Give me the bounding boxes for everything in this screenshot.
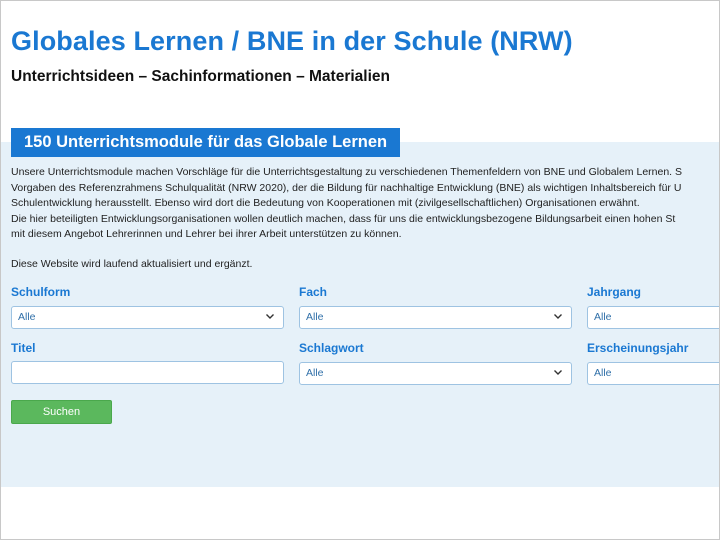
fach-select[interactable]: Alle [299, 306, 572, 329]
schulform-select[interactable]: Alle [11, 306, 284, 329]
intro-line: mit diesem Angebot Lehrerinnen und Lehre… [11, 228, 402, 240]
titel-label: Titel [11, 341, 36, 355]
section-heading: 150 Unterrichtsmodule für das Globale Le… [11, 128, 401, 157]
search-button[interactable]: Suchen [11, 400, 112, 424]
intro-line: Unsere Unterrichtsmodule machen Vorschlä… [11, 166, 683, 178]
schlagwort-value: Alle [306, 367, 324, 379]
schlagwort-select[interactable]: Alle [299, 362, 572, 385]
erscheinungsjahr-value: Alle [594, 367, 612, 379]
update-note: Diese Website wird laufend aktualisiert … [11, 258, 253, 270]
intro-line: Vorgaben des Referenzrahmens Schulqualit… [11, 181, 682, 194]
chevron-down-icon [266, 314, 274, 319]
erscheinungsjahr-label: Erscheinungsjahr [587, 341, 689, 355]
fach-label: Fach [299, 285, 328, 299]
chevron-down-icon [554, 370, 562, 375]
jahrgang-select[interactable]: Alle [587, 306, 720, 329]
jahrgang-value: Alle [594, 311, 612, 323]
intro-text: Unsere Unterrichtsmodule machen Vorschlä… [11, 165, 720, 243]
site-title: Globales Lernen / BNE in der Schule (NRW… [11, 26, 573, 56]
schulform-label: Schulform [11, 285, 71, 299]
intro-line: Die hier beteiligten Entwicklungsorganis… [11, 212, 676, 225]
schulform-value: Alle [18, 311, 36, 323]
intro-line: Schulentwicklung herausstellt. Ebenso wi… [11, 197, 640, 209]
site-subtitle: Unterrichtsideen – Sachinformationen – M… [11, 68, 390, 85]
fach-value: Alle [306, 311, 324, 323]
schlagwort-label: Schlagwort [299, 341, 364, 355]
titel-input[interactable] [11, 361, 284, 384]
jahrgang-label: Jahrgang [587, 285, 642, 299]
erscheinungsjahr-select[interactable]: Alle [587, 362, 720, 385]
chevron-down-icon [554, 314, 562, 319]
